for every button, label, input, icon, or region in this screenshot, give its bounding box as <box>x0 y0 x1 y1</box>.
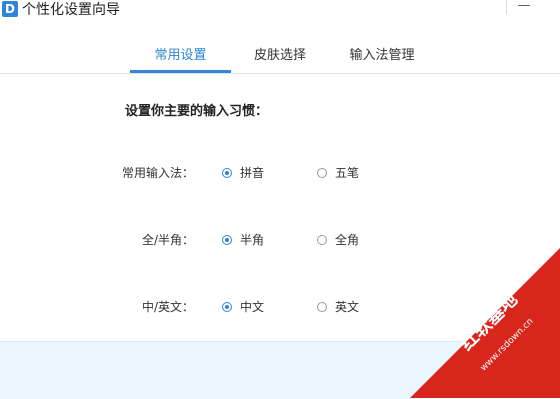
option-label: 五笔 <box>335 166 360 180</box>
option-label: 英文 <box>335 300 360 314</box>
radio-unchecked-icon[interactable] <box>317 235 327 245</box>
setting-row-input-method: 常用输入法： 拼音 五笔 <box>0 164 560 184</box>
row-label: 全/半角： <box>141 233 194 247</box>
app-logo-icon: D <box>2 1 18 17</box>
tab-common-settings[interactable]: 常用设置 <box>130 42 231 73</box>
window-title: 个性化设置向导 <box>22 2 120 18</box>
tab-divider <box>0 73 560 74</box>
radio-unchecked-icon[interactable] <box>317 168 327 178</box>
radio-unchecked-icon[interactable] <box>317 302 327 312</box>
watermark: 红软基地 www.rsdown.cn <box>410 248 560 398</box>
titlebar-divider <box>506 0 507 14</box>
option-label: 全角 <box>335 233 360 247</box>
title-bar: D 个性化设置向导 — <box>0 0 560 22</box>
option-label: 中文 <box>240 300 265 314</box>
tab-skin-selection[interactable]: 皮肤选择 <box>240 42 320 73</box>
row-label: 常用输入法： <box>121 166 194 180</box>
radio-checked-icon[interactable] <box>222 302 232 312</box>
settings-heading: 设置你主要的输入习惯： <box>125 104 269 119</box>
option-label: 拼音 <box>240 166 265 180</box>
tab-ime-management[interactable]: 输入法管理 <box>334 42 430 73</box>
radio-checked-icon[interactable] <box>222 168 232 178</box>
minimize-button[interactable]: — <box>513 0 535 14</box>
tab-bar: 常用设置 皮肤选择 输入法管理 <box>0 42 560 74</box>
option-label: 半角 <box>240 233 265 247</box>
row-label: 中/英文： <box>141 300 194 314</box>
radio-checked-icon[interactable] <box>222 235 232 245</box>
